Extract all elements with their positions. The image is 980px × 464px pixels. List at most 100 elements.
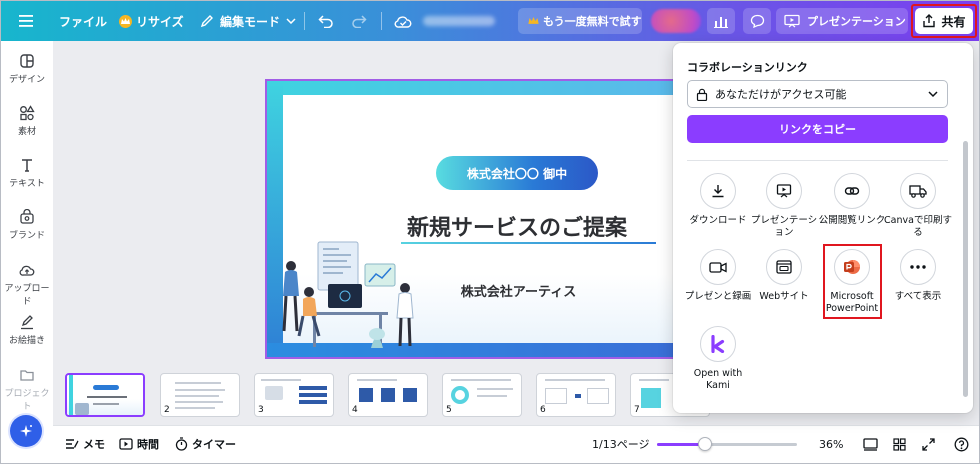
page-thumbnail[interactable]: 6 <box>536 373 616 417</box>
cloud-sync-icon[interactable] <box>394 1 412 41</box>
page-thumbnail[interactable]: 4 <box>348 373 428 417</box>
present-label: プレゼンテーション <box>807 15 906 28</box>
fit-page-icon[interactable] <box>863 435 882 453</box>
try-free-button[interactable]: もう一度無料で試す <box>518 8 642 34</box>
canva-editor-window: ファイル リサイズ 編集モード もう一度無料で試す プレゼンテーション 共有 デ… <box>0 0 980 464</box>
page-thumbnail[interactable]: 2 <box>160 373 240 417</box>
powerpoint-highlight <box>823 244 882 319</box>
sidebar-item-label: ブランド <box>8 231 45 241</box>
shapes-icon <box>20 105 35 121</box>
share-option-kami[interactable]: Open with Kami <box>683 326 753 392</box>
undo-icon[interactable] <box>318 1 334 41</box>
slide-company-pill[interactable]: 株式会社〇〇 御中 <box>436 156 598 190</box>
sidebar-item-elements[interactable]: 素材 <box>1 105 53 137</box>
page-number: 6 <box>540 405 546 415</box>
sidebar-item-projects[interactable]: プロジェクト <box>1 367 53 412</box>
grid-view-icon[interactable] <box>893 435 910 453</box>
notes-icon <box>66 439 79 449</box>
page-thumbnail[interactable]: 5 <box>442 373 522 417</box>
share-option-label: すべて表示 <box>894 291 942 302</box>
layout-icon <box>20 54 34 68</box>
share-option-website[interactable]: Webサイト <box>749 249 819 303</box>
upload-cloud-icon <box>19 265 35 276</box>
download-icon <box>712 185 724 198</box>
sidebar-item-text[interactable]: テキスト <box>1 157 53 189</box>
lock-icon <box>696 88 708 101</box>
notes-button[interactable]: メモ <box>65 435 105 453</box>
kami-icon <box>711 335 725 353</box>
page-number: 4 <box>352 405 358 415</box>
page-indicator[interactable]: 1/13ページ <box>592 435 649 453</box>
office-illustration[interactable] <box>273 236 423 354</box>
crown-icon <box>119 14 132 28</box>
help-icon[interactable] <box>954 435 973 453</box>
page-number: 2 <box>164 405 170 415</box>
try-free-label: もう一度無料で試す <box>543 15 642 28</box>
zoom-level[interactable]: 36% <box>819 435 843 453</box>
share-button[interactable]: 共有 <box>915 8 973 34</box>
presentation-icon <box>776 184 792 198</box>
share-upload-icon <box>923 14 936 28</box>
share-option-label: プレゼンテーション <box>750 215 818 238</box>
popover-scrollbar[interactable] <box>963 141 968 397</box>
slide-title[interactable]: 新規サービスのご提案 <box>386 210 648 242</box>
slide-subtitle[interactable]: 株式会社アーティス <box>441 281 596 300</box>
duration-button[interactable]: 時間 <box>119 435 159 453</box>
resize-label: リサイズ <box>136 14 184 29</box>
share-option-download[interactable]: ダウンロード <box>683 173 753 227</box>
sidebar-item-draw[interactable]: お絵描き <box>1 314 53 346</box>
access-level-select[interactable]: あなただけがアクセス可能 <box>687 80 948 108</box>
resize-button[interactable]: リサイズ <box>119 1 184 41</box>
sidebar-item-upload[interactable]: アップロード <box>1 262 53 307</box>
access-level-value: あなただけがアクセス可能 <box>715 88 847 101</box>
share-option-record[interactable]: プレゼンと録画 <box>683 249 753 303</box>
page-number: 3 <box>258 405 264 415</box>
share-option-label: Open with Kami <box>693 368 743 391</box>
share-option-print[interactable]: Canvaで印刷する <box>883 173 953 239</box>
sidebar-item-design[interactable]: デザイン <box>1 53 53 85</box>
truck-icon <box>909 185 927 198</box>
presentation-icon <box>784 14 800 28</box>
redo-icon[interactable] <box>351 1 367 41</box>
zoom-slider-handle[interactable] <box>698 437 712 451</box>
file-menu-button[interactable]: ファイル <box>59 1 107 41</box>
copy-link-button[interactable]: リンクをコピー <box>687 115 948 143</box>
timer-label: タイマー <box>192 438 236 451</box>
fullscreen-icon[interactable] <box>922 435 939 453</box>
stopwatch-icon <box>175 437 188 451</box>
share-option-public-link[interactable]: 公開閲覧リンク <box>817 173 887 227</box>
share-option-see-all[interactable]: すべて表示 <box>883 249 953 303</box>
share-option-present[interactable]: プレゼンテーション <box>749 173 819 239</box>
sidebar-item-label: テキスト <box>9 179 45 189</box>
page-number: 5 <box>446 405 452 415</box>
timer-button[interactable]: タイマー <box>175 435 236 453</box>
share-option-label: 公開閲覧リンク <box>818 215 886 226</box>
draw-icon <box>21 315 33 330</box>
sidebar-item-label: 素材 <box>17 127 36 137</box>
comment-icon[interactable] <box>743 8 771 34</box>
folder-icon <box>20 370 34 381</box>
present-button[interactable]: プレゼンテーション <box>776 8 908 34</box>
notes-label: メモ <box>83 438 105 451</box>
avatar[interactable] <box>651 9 701 33</box>
share-option-label: Webサイト <box>759 291 809 302</box>
brand-icon <box>20 209 34 224</box>
slide-accent-top <box>267 81 673 95</box>
design-name-blurred[interactable] <box>423 16 495 26</box>
page-number: 7 <box>634 405 640 415</box>
edit-mode-label: 編集モード <box>220 14 281 29</box>
hamburger-icon[interactable] <box>19 1 33 41</box>
page-thumbnail[interactable] <box>65 373 145 417</box>
edit-mode-button[interactable]: 編集モード <box>200 1 296 41</box>
share-option-label: ダウンロード <box>689 215 747 226</box>
pencil-icon <box>200 15 213 28</box>
analytics-icon[interactable] <box>707 8 735 34</box>
website-icon <box>776 260 792 274</box>
sparkle-icon <box>20 425 32 437</box>
toolbar-divider <box>381 12 382 30</box>
play-screen-icon <box>119 438 133 450</box>
share-option-label: Canvaで印刷する <box>884 215 952 238</box>
magic-sparkle-button[interactable] <box>10 415 42 447</box>
page-thumbnail[interactable]: 3 <box>254 373 334 417</box>
sidebar-item-brand[interactable]: ブランド <box>1 209 53 241</box>
